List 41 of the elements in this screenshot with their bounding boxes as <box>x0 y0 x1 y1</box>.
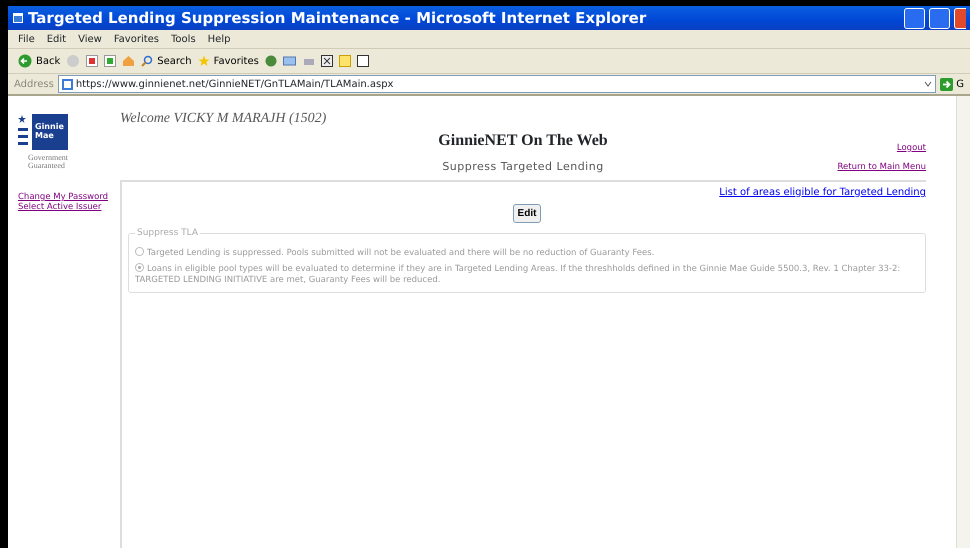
restore-button[interactable] <box>929 8 950 28</box>
window-icon[interactable] <box>356 55 369 67</box>
go-button[interactable]: G <box>940 76 964 92</box>
radio-option: Loans in eligible pool types will be evaluated to determine if they are in Targeted Lending Areas. If the threshholds defined in the Ginnie Mae Guide 5500.3, Rev. 1 Chapter 33-2: TARGETED LENDING INITIATIVE are met, Guaranty Fees will be reduced. <box>135 262 919 286</box>
scrollbar[interactable] <box>956 96 970 548</box>
header-link[interactable]: Logout <box>896 143 926 153</box>
sidebar-link[interactable]: Change My Password <box>18 192 120 202</box>
edit-button[interactable]: Edit <box>512 204 542 223</box>
group-legend: Suppress TLA <box>135 227 200 240</box>
minimize-button[interactable] <box>904 8 925 28</box>
close-button[interactable] <box>954 8 966 28</box>
page-icon <box>62 78 73 90</box>
edit-icon[interactable] <box>320 55 333 67</box>
site-title: GinnieNET On The Web <box>438 131 608 151</box>
menu-item[interactable]: File <box>18 32 35 46</box>
menu-item[interactable]: Edit <box>46 32 66 46</box>
radio-option: Targeted Lending is suppressed. Pools submitted will not be evaluated and there will be no reduction of Guaranty Fees. <box>135 246 919 258</box>
browser-icon <box>12 12 24 24</box>
header-link[interactable]: Return to Main Menu <box>838 162 926 172</box>
menu-item[interactable]: Help <box>208 32 230 46</box>
address-label: Address <box>14 78 54 92</box>
star-icon <box>198 55 210 67</box>
go-arrow-icon <box>940 78 954 90</box>
menu-item[interactable]: View <box>78 32 102 46</box>
menu-item[interactable]: Tools <box>171 32 196 46</box>
logo-tagline: Government <box>28 154 69 162</box>
window-title: Targeted Lending Suppression Maintenance - Microsoft Internet Explorer <box>28 8 646 29</box>
search-button[interactable]: Search <box>141 54 192 68</box>
address-field[interactable]: https://www.ginnienet.net/GinnieNET/GnTLAMain/TLAMain.aspx <box>58 75 936 93</box>
sidebar-link[interactable]: Select Active Issuer <box>18 202 120 212</box>
logo-tagline: Guaranteed <box>28 162 66 170</box>
welcome-text: Welcome VICKY M MARAJH (1502) <box>120 110 328 128</box>
search-icon <box>141 55 154 67</box>
home-icon[interactable] <box>122 55 136 67</box>
back-button[interactable]: Back <box>18 54 60 68</box>
logo: Ginnie Mae <box>18 114 120 150</box>
favorites-button[interactable]: Favorites <box>198 54 259 68</box>
menu-item[interactable]: Favorites <box>114 32 160 46</box>
page-title: Suppress Targeted Lending <box>442 159 604 175</box>
eligible-areas-link[interactable]: List of areas eligible for Targeted Lending <box>719 186 926 198</box>
dropdown-icon[interactable] <box>924 81 932 87</box>
